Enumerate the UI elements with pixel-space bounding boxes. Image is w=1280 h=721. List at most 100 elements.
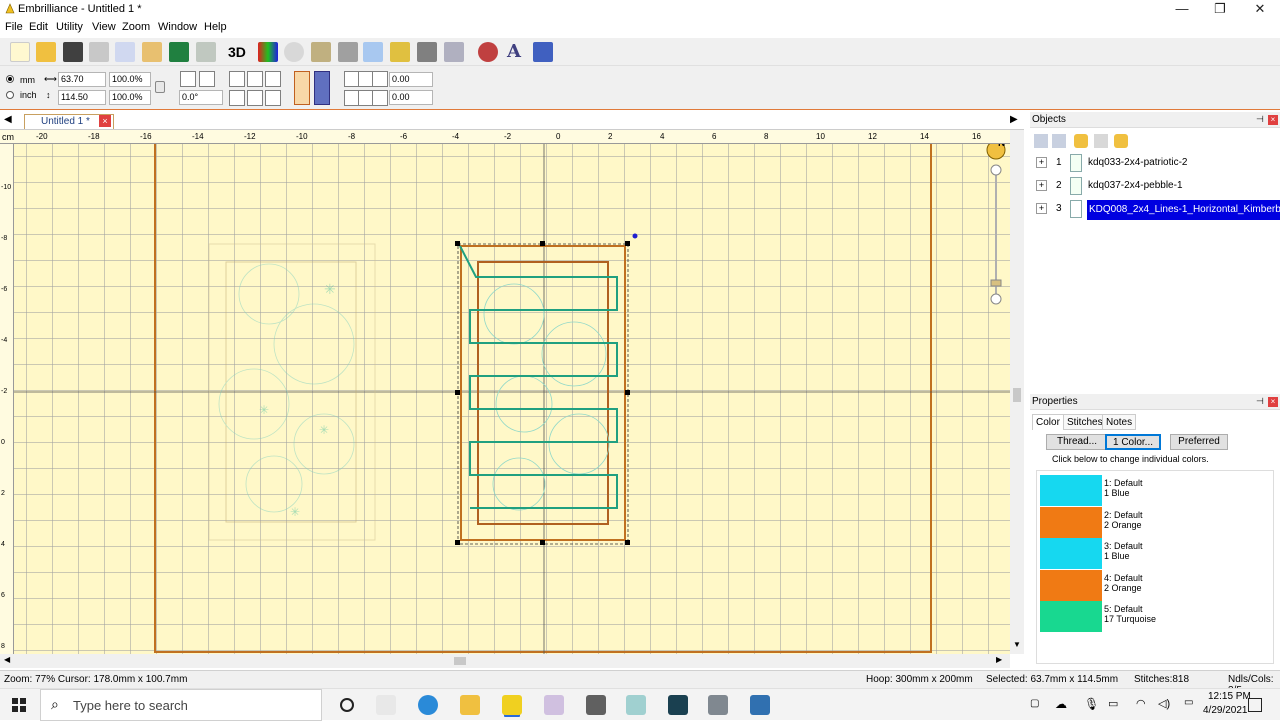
paste-icon[interactable]: [142, 42, 162, 62]
menu-help[interactable]: Help: [204, 21, 227, 33]
align-icon[interactable]: [229, 71, 245, 87]
wifi-icon[interactable]: ◠: [1136, 697, 1146, 710]
preferred-button[interactable]: Preferred: [1170, 434, 1228, 450]
clock-date[interactable]: 4/29/2021: [1203, 705, 1248, 716]
color-row[interactable]: 2: Default 2 Orange: [1040, 506, 1270, 538]
tab-close-icon[interactable]: ×: [99, 115, 111, 127]
tab-color[interactable]: Color: [1032, 414, 1064, 430]
tab-scroll-left-icon[interactable]: ◀: [4, 114, 12, 125]
spacing-v3-icon[interactable]: [372, 90, 388, 106]
height-field[interactable]: 114.50: [58, 90, 106, 105]
object-item-selected[interactable]: + 3 KDQ008_2x4_Lines-1_Horizontal_Kimber…: [1034, 200, 1280, 220]
rotate-left-icon[interactable]: [180, 71, 196, 87]
ungroup-icon[interactable]: [1052, 134, 1066, 148]
unlock-icon[interactable]: [1114, 134, 1128, 148]
color-row[interactable]: 5: Default 17 Turquoise: [1040, 601, 1270, 632]
measure-icon[interactable]: [311, 42, 331, 62]
microphone-icon[interactable]: 🎙: [1084, 697, 1099, 711]
height-percent-field[interactable]: 100.0%: [109, 90, 151, 105]
lock-icon[interactable]: [155, 81, 165, 93]
spacing-h-field[interactable]: 0.00: [389, 72, 433, 87]
machine-icon[interactable]: [314, 71, 330, 105]
keyboard-icon[interactable]: ▭: [1184, 697, 1193, 708]
notification-icon[interactable]: [1248, 698, 1262, 712]
vertical-scroll-thumb[interactable]: [1013, 388, 1021, 402]
rotate-right-icon[interactable]: [199, 71, 215, 87]
calculator-icon[interactable]: [586, 695, 606, 715]
scroll-down-icon[interactable]: ▼: [1013, 640, 1021, 649]
flip-v-icon[interactable]: [196, 42, 216, 62]
minimize-button[interactable]: —: [1162, 0, 1202, 20]
color-swatch[interactable]: [1040, 475, 1102, 506]
pin-icon[interactable]: ⊣: [1256, 114, 1264, 125]
print-icon[interactable]: [89, 42, 109, 62]
panel-close-icon[interactable]: ×: [1268, 397, 1278, 407]
menu-utility[interactable]: Utility: [56, 21, 83, 33]
battery-icon[interactable]: ▭: [1108, 697, 1118, 710]
vertical-scrollbar[interactable]: ▼: [1010, 130, 1024, 654]
new-icon[interactable]: [10, 42, 30, 62]
app2-icon[interactable]: [708, 695, 728, 715]
menu-zoom[interactable]: Zoom: [122, 21, 150, 33]
scroll-right-icon[interactable]: ▶: [996, 655, 1002, 664]
object-item[interactable]: + 2 kdq037-2x4-pebble-1: [1034, 177, 1280, 197]
pin-icon[interactable]: ⊣: [1256, 396, 1264, 407]
color-swatch[interactable]: [1040, 569, 1102, 601]
center-icon[interactable]: [338, 42, 358, 62]
tab-stitches[interactable]: Stitches: [1063, 414, 1107, 430]
spacing-h3-icon[interactable]: [372, 71, 388, 87]
hide-icon[interactable]: [1094, 134, 1108, 148]
select-icon[interactable]: [363, 42, 383, 62]
settings-icon[interactable]: [478, 42, 498, 62]
color-icon[interactable]: [258, 42, 278, 62]
split-icon[interactable]: [417, 42, 437, 62]
color-swatch[interactable]: [1040, 538, 1102, 569]
menu-file[interactable]: File: [5, 21, 23, 33]
width-percent-field[interactable]: 100.0%: [109, 72, 151, 87]
expand-icon[interactable]: +: [1036, 203, 1047, 214]
one-color-button[interactable]: 1 Color...: [1105, 434, 1161, 450]
windows-start-icon[interactable]: [12, 698, 26, 712]
object-item[interactable]: + 1 kdq033-2x4-patriotic-2: [1034, 154, 1280, 174]
embrilliance-taskbar-icon[interactable]: [502, 695, 522, 715]
design-canvas[interactable]: ✳ ✳ ✳ ✳ N: [14, 144, 1010, 654]
tab-scroll-right-icon[interactable]: ▶: [1010, 114, 1018, 125]
group-icon[interactable]: [1034, 134, 1048, 148]
copy-icon[interactable]: [115, 42, 135, 62]
expand-icon[interactable]: +: [1036, 180, 1047, 191]
edge-icon[interactable]: [418, 695, 438, 715]
spacing-v-field[interactable]: 0.00: [389, 90, 433, 105]
color-row[interactable]: 4: Default 2 Orange: [1040, 569, 1270, 601]
terminal-icon[interactable]: [668, 695, 688, 715]
color-row[interactable]: 3: Default 1 Blue: [1040, 538, 1270, 569]
expand-icon[interactable]: +: [1036, 157, 1047, 168]
frame-icon[interactable]: [229, 90, 245, 106]
color-swatch[interactable]: [1040, 601, 1102, 632]
distribute-icon[interactable]: [247, 90, 263, 106]
menu-window[interactable]: Window: [158, 21, 197, 33]
center-v-icon[interactable]: [265, 71, 281, 87]
center-h-icon[interactable]: [247, 71, 263, 87]
save-icon[interactable]: [63, 42, 83, 62]
task-view-icon[interactable]: [376, 695, 396, 715]
angle-field[interactable]: 0.0°: [179, 90, 223, 105]
unit-inch-radio[interactable]: [6, 91, 14, 99]
panel-close-icon[interactable]: ×: [1268, 115, 1278, 125]
unit-mm-radio[interactable]: [6, 75, 14, 83]
text-icon[interactable]: A: [507, 41, 521, 62]
flip-h-icon[interactable]: [169, 42, 189, 62]
horizontal-scrollbar[interactable]: ◀ ▶: [0, 654, 1010, 668]
zoom-icon[interactable]: [284, 42, 304, 62]
thread-spool-icon[interactable]: [294, 71, 310, 105]
thread-button[interactable]: Thread...: [1046, 434, 1108, 450]
menu-edit[interactable]: Edit: [29, 21, 48, 33]
tray-icon[interactable]: ▢: [1030, 698, 1039, 709]
volume-icon[interactable]: ◁): [1158, 697, 1170, 710]
cortana-icon[interactable]: [340, 698, 354, 712]
width-field[interactable]: 63.70: [58, 72, 106, 87]
clock-time[interactable]: 12:15 PM: [1208, 691, 1251, 702]
snip-tool-icon[interactable]: [544, 695, 564, 715]
3d-icon[interactable]: 3D: [228, 44, 246, 60]
menu-view[interactable]: View: [92, 21, 116, 33]
app-icon[interactable]: [626, 695, 646, 715]
